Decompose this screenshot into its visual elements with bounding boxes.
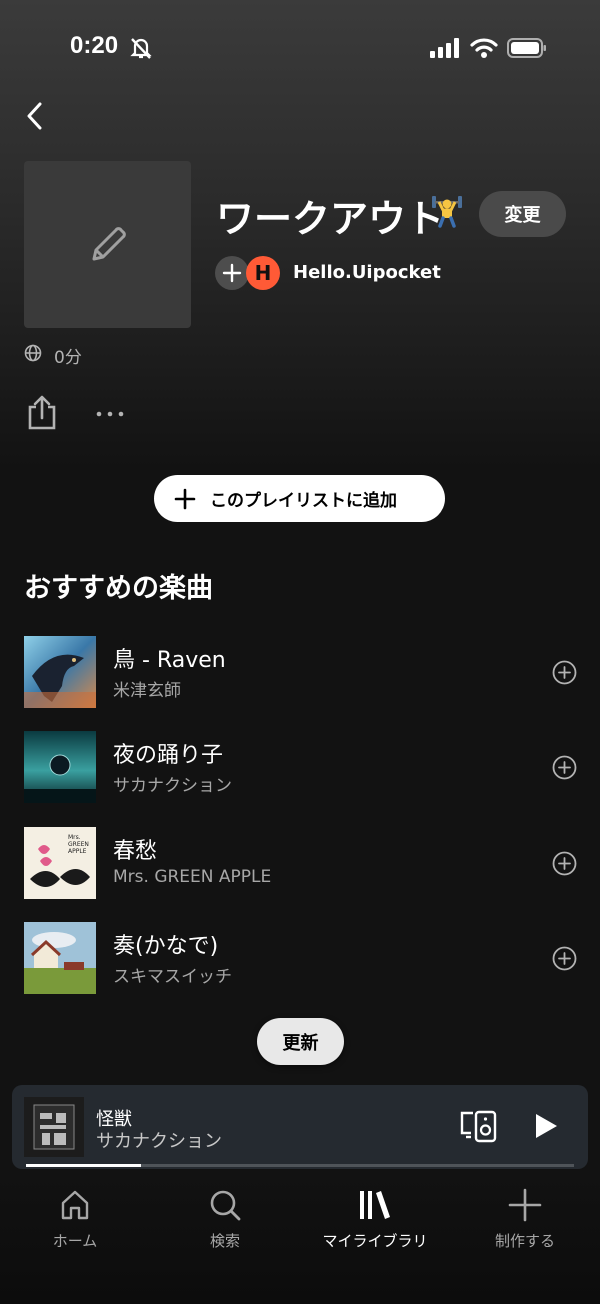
playback-progress-bar[interactable] bbox=[26, 1164, 574, 1167]
search-icon bbox=[210, 1190, 241, 1221]
svg-text:GREEN: GREEN bbox=[68, 841, 89, 848]
recommendations-title: おすすめの楽曲 bbox=[24, 573, 213, 604]
add-to-playlist-button[interactable]: このプレイリストに追加 bbox=[154, 475, 445, 522]
owner-name[interactable]: Hello.Uipocket bbox=[293, 262, 441, 283]
track-title: 奏(かなで) bbox=[113, 934, 219, 959]
connect-device-icon[interactable] bbox=[459, 1109, 497, 1143]
plus-icon bbox=[508, 1188, 542, 1222]
battery-icon bbox=[507, 38, 546, 58]
add-circle-icon[interactable] bbox=[552, 755, 577, 780]
track-artist: Mrs. GREEN APPLE bbox=[113, 867, 272, 887]
owner-avatar[interactable]: H bbox=[246, 256, 280, 290]
nav-library-label: マイライブラリ bbox=[322, 1232, 428, 1250]
bottom-nav: ホーム 検索 マイライブラリ 制作する bbox=[0, 1172, 600, 1304]
track-title: 春愁 bbox=[113, 839, 158, 864]
refresh-button[interactable]: 更新 bbox=[257, 1018, 344, 1065]
plus-icon bbox=[222, 263, 242, 283]
add-circle-icon[interactable] bbox=[552, 946, 577, 971]
track-row[interactable]: 奏(かなで) スキマスイッチ bbox=[0, 922, 600, 994]
track-artist: 米津玄師 bbox=[113, 681, 181, 701]
track-title: 夜の踊り子 bbox=[113, 743, 224, 768]
status-time: 0:20 bbox=[70, 32, 119, 59]
track-row[interactable]: 夜の踊り子 サカナクション bbox=[0, 731, 600, 803]
album-art bbox=[24, 731, 96, 803]
track-title: 鳥 - Raven bbox=[113, 648, 226, 673]
back-button[interactable] bbox=[22, 100, 48, 132]
album-art: Mrs. GREEN APPLE bbox=[24, 827, 96, 899]
playlist-duration: 0分 bbox=[54, 348, 82, 368]
share-icon[interactable] bbox=[26, 394, 58, 430]
nav-search[interactable]: 検索 bbox=[150, 1188, 300, 1251]
add-circle-icon[interactable] bbox=[552, 851, 577, 876]
plus-icon bbox=[174, 488, 196, 509]
now-playing-artist: サカナクション bbox=[96, 1131, 222, 1152]
bell-muted-icon bbox=[130, 38, 152, 59]
nav-library[interactable]: マイライブラリ bbox=[300, 1188, 450, 1251]
now-playing-art bbox=[24, 1097, 84, 1157]
svg-text:APPLE: APPLE bbox=[68, 848, 87, 855]
add-collaborator-button[interactable] bbox=[215, 256, 249, 290]
nav-create[interactable]: 制作する bbox=[450, 1188, 600, 1251]
nav-search-label: 検索 bbox=[209, 1232, 240, 1250]
svg-text:Mrs.: Mrs. bbox=[68, 834, 81, 841]
add-to-playlist-label: このプレイリストに追加 bbox=[210, 491, 397, 511]
playlist-title: ワークアウト bbox=[216, 197, 445, 241]
mini-player[interactable]: 怪獣 サカナクション bbox=[12, 1085, 588, 1169]
playback-progress-fill bbox=[26, 1164, 142, 1167]
cell-signal-icon bbox=[430, 38, 459, 58]
nav-create-label: 制作する bbox=[494, 1232, 555, 1250]
playlist-cover[interactable] bbox=[24, 161, 191, 328]
weightlifter-emoji-icon bbox=[432, 196, 462, 228]
album-art bbox=[24, 636, 96, 708]
home-icon bbox=[61, 1190, 89, 1220]
nav-home-label: ホーム bbox=[52, 1232, 98, 1250]
play-icon[interactable] bbox=[530, 1111, 560, 1141]
album-art bbox=[24, 922, 96, 994]
pencil-icon bbox=[92, 227, 126, 261]
add-circle-icon[interactable] bbox=[552, 660, 577, 685]
track-artist: サカナクション bbox=[113, 776, 232, 796]
more-options-icon[interactable] bbox=[96, 402, 128, 426]
globe-icon bbox=[24, 344, 42, 362]
nav-home[interactable]: ホーム bbox=[0, 1188, 150, 1251]
track-row[interactable]: Mrs. GREEN APPLE 春愁 Mrs. GREEN APPLE bbox=[0, 827, 600, 899]
track-artist: スキマスイッチ bbox=[113, 967, 232, 987]
edit-button[interactable]: 変更 bbox=[479, 191, 566, 237]
wifi-icon bbox=[470, 38, 498, 58]
track-row[interactable]: 鳥 - Raven 米津玄師 bbox=[0, 636, 600, 708]
library-icon bbox=[360, 1191, 390, 1219]
